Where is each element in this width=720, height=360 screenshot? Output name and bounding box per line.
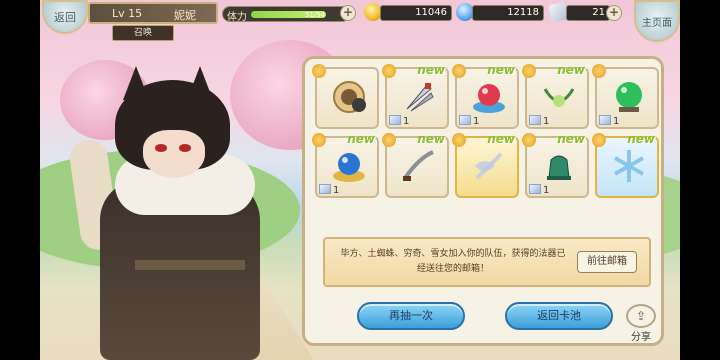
reward-slot[interactable]: 1	[592, 64, 659, 129]
player-name: 妮妮	[174, 9, 196, 22]
shard-icon	[599, 115, 611, 125]
rarity-badge-icon	[452, 64, 466, 78]
twin-daggers-icon	[406, 83, 434, 112]
shard-icon	[459, 115, 471, 125]
gem-count: 12118	[472, 5, 544, 21]
stamina-value: 51/54	[305, 11, 326, 19]
return-to-pool-button[interactable]: 返回卡池	[505, 302, 613, 330]
wind-charm-icon	[543, 88, 575, 107]
item-count: 1	[613, 116, 620, 127]
add-stamina-button[interactable]: +	[340, 5, 356, 21]
stamina-bar: 体力 51/54	[222, 6, 350, 23]
green-bell-icon	[547, 155, 571, 180]
red-orb-icon	[473, 84, 505, 113]
character-portrait	[67, 60, 285, 360]
green-orb-icon	[616, 82, 642, 112]
left-letterbox	[0, 0, 40, 360]
compass-emblem-icon	[333, 81, 366, 113]
reward-slot[interactable]: new	[382, 132, 449, 198]
rarity-badge-icon	[382, 133, 396, 147]
rarity-badge-icon	[522, 64, 536, 78]
rarity-badge-icon	[452, 133, 466, 147]
share-label: 分享	[631, 332, 651, 343]
reward-message: 毕方、土蜘蛛、穷奇、雪女加入你的队伍，获得的法器已经送往您的邮箱！	[340, 249, 566, 274]
rarity-badge-icon	[382, 64, 396, 78]
ice-crystal-icon	[614, 150, 644, 182]
item-count: 1	[333, 185, 340, 196]
reward-slot[interactable]: new 1	[452, 63, 519, 129]
new-tag: new	[627, 132, 655, 146]
blue-orb-icon	[333, 153, 365, 182]
reward-slot[interactable]: new 1	[522, 63, 589, 129]
new-tag: new	[557, 132, 585, 146]
shard-icon	[529, 184, 541, 194]
player-info: Lv 15 妮妮	[88, 2, 218, 24]
winged-sword-icon	[475, 152, 503, 180]
item-count: 1	[403, 116, 410, 127]
reward-slot[interactable]: new 1	[382, 63, 449, 129]
new-tag: new	[487, 132, 515, 146]
rarity-badge-icon	[522, 133, 536, 147]
new-tag: new	[417, 63, 445, 77]
reward-message-box: 毕方、土蜘蛛、穷奇、雪女加入你的队伍，获得的法器已经送往您的邮箱！ 前往邮箱	[323, 237, 651, 287]
reward-slot[interactable]: new 1	[522, 132, 589, 198]
new-tag: new	[557, 63, 585, 77]
rarity-badge-icon	[592, 64, 606, 78]
shard-icon	[389, 115, 401, 125]
rarity-badge-icon	[312, 64, 326, 78]
go-to-mailbox-button[interactable]: 前往邮箱	[577, 251, 637, 273]
reward-slot[interactable]: new	[452, 132, 519, 198]
gold-count: 11046	[380, 5, 452, 21]
reward-panel: new 1 new 1 new 1 1 new 1 new new new 1 new 毕方、土蜘蛛、穷奇…	[302, 56, 664, 346]
shard-icon	[529, 115, 541, 125]
rarity-badge-icon	[592, 133, 606, 147]
curved-blade-icon	[403, 150, 434, 181]
item-count: 1	[473, 116, 480, 127]
reward-slot[interactable]	[312, 64, 379, 129]
player-level: Lv 15	[112, 7, 143, 20]
right-letterbox	[680, 0, 720, 360]
reward-slot[interactable]: new	[592, 132, 659, 198]
mode-label: 召唤	[112, 25, 174, 41]
back-label: 返回	[54, 11, 76, 24]
item-count: 1	[543, 185, 550, 196]
add-ticket-button[interactable]: +	[606, 5, 622, 21]
new-tag: new	[347, 132, 375, 146]
share-button[interactable]: ⇪ 分享	[624, 304, 658, 344]
share-icon: ⇪	[626, 304, 656, 328]
shard-icon	[319, 184, 331, 194]
ticket-count: 21	[566, 5, 610, 21]
new-tag: new	[417, 132, 445, 146]
stamina-label: 体力	[227, 12, 247, 23]
rarity-badge-icon	[312, 133, 326, 147]
new-tag: new	[487, 63, 515, 77]
item-count: 1	[543, 116, 550, 127]
reward-grid: new 1 new 1 new 1 1 new 1 new new new 1 new	[312, 63, 659, 198]
reward-slot[interactable]: new 1	[312, 132, 379, 198]
main-page-label: 主页面	[642, 17, 672, 29]
draw-again-button[interactable]: 再抽一次	[357, 302, 465, 330]
